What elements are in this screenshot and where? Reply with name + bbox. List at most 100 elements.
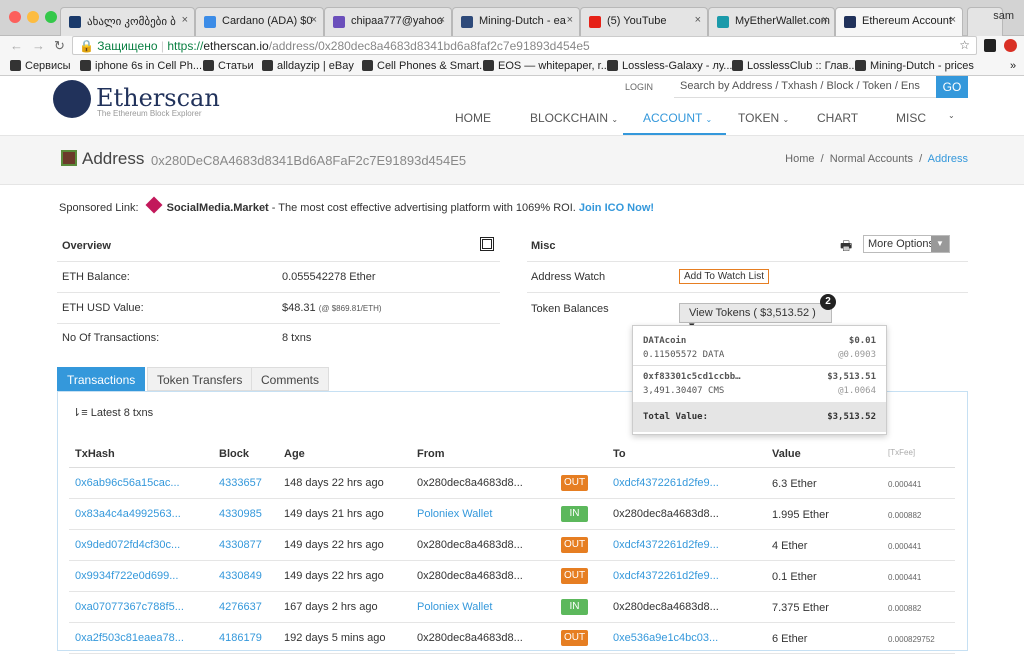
tx-fee: 0.000882 [888,511,922,520]
extension-icon-red[interactable] [1004,39,1017,52]
forward-icon[interactable]: → [32,38,45,53]
bookmark-item[interactable]: Cell Phones & Smart... [362,60,488,72]
nav-home[interactable]: HOME [455,111,491,125]
maximize-window-button[interactable] [45,11,57,23]
direction-badge: OUT [561,537,588,553]
print-icon[interactable]: 🖶 [840,237,852,259]
breadcrumb-home[interactable]: Home [785,153,814,165]
bookmark-item[interactable]: Mining-Dutch - prices [855,60,974,72]
block-link[interactable]: 4330985 [219,508,262,520]
block-link[interactable]: 4330877 [219,539,262,551]
tab-favicon-icon [589,16,601,28]
close-tab-icon[interactable]: × [822,14,828,26]
back-icon[interactable]: ← [10,38,23,53]
tx-hash-link[interactable]: 0x83a4c4a4992563... [75,508,181,520]
close-tab-icon[interactable]: × [695,14,701,26]
to-address[interactable]: 0xe536a9e1c4bc03... [613,632,718,644]
socialmedia-logo-icon [145,196,163,214]
breadcrumb-normal-accounts[interactable]: Normal Accounts [830,153,913,165]
etherscan-logo-icon[interactable] [53,80,91,118]
tx-value: 0.1 Ether [772,571,817,583]
browser-tab[interactable]: ახალი კომბები ბ × [60,7,195,36]
tab-transactions[interactable]: Transactions [57,367,146,391]
close-tab-icon[interactable]: × [567,14,573,26]
token-item-cms[interactable]: 0xf83301c5cd1ccbb… $3,513.51 3,491.30407 … [633,366,886,402]
bookmark-star-icon[interactable]: ☆ [959,38,970,52]
to-address[interactable]: 0xdcf4372261d2fe9... [613,539,719,551]
login-link[interactable]: LOGIN [625,82,653,92]
nav-chart[interactable]: CHART [817,111,858,125]
column-header: From [417,448,445,460]
bookmark-item[interactable]: Сервисы [10,60,71,72]
url-input[interactable]: 🔒 Защищено | https://etherscan.io/addres… [72,36,977,55]
profile-name[interactable]: sam [993,10,1014,22]
tx-hash-link[interactable]: 0x9934f722e0d699... [75,570,178,582]
more-bookmarks-icon[interactable]: » [1010,60,1016,72]
token-count-badge: 2 [820,294,836,310]
close-tab-icon[interactable]: × [311,14,317,26]
search-go-button[interactable]: GO [936,76,968,98]
eth-balance-value: 0.055542278 Ether [282,271,376,283]
tab-favicon-icon [69,16,81,28]
view-tokens-dropdown[interactable]: View Tokens ( $3,513.52 ) ▾ [679,303,832,332]
tx-value: 4 Ether [772,540,808,552]
browser-tab[interactable]: chipaa777@yahoo × [324,7,452,36]
qr-code-icon[interactable] [480,237,494,251]
block-link[interactable]: 4333657 [219,477,262,489]
bookmark-item[interactable]: Статьи [203,60,254,72]
close-tab-icon[interactable]: × [950,14,956,26]
block-link[interactable]: 4330849 [219,570,262,582]
tx-fee: 0.000441 [888,542,922,551]
misc-chevron-icon[interactable]: ⌄ [948,111,955,120]
overview-title: Overview [62,240,111,252]
sponsor-name[interactable]: SocialMedia.Market [167,202,269,214]
block-link[interactable]: 4186179 [219,632,262,644]
browser-tab[interactable]: (5) YouTube × [580,7,708,36]
eth-usd-value: $48.31 (@ $869.81/ETH) [282,302,382,314]
extension-icon[interactable] [984,39,996,52]
bookmark-item[interactable]: alldayzip | eBay [262,60,354,72]
tx-hash-link[interactable]: 0x6ab96c56a15cac... [75,477,180,489]
column-header: TxHash [75,448,115,460]
close-tab-icon[interactable]: × [439,14,445,26]
nav-blockchain[interactable]: BLOCKCHAIN ⌄ [530,111,618,125]
tx-hash-link[interactable]: 0xa07077367c788f5... [75,601,184,613]
more-options-button[interactable]: More Options ▼ [863,235,950,253]
block-link[interactable]: 4276637 [219,601,262,613]
active-nav-indicator [623,133,726,135]
browser-tab[interactable]: Ethereum Account × [835,7,963,36]
logo-text[interactable]: Etherscan [96,84,220,112]
to-address[interactable]: 0xdcf4372261d2fe9... [613,477,719,489]
nav-misc[interactable]: MISC [896,111,926,125]
direction-badge: IN [561,506,588,522]
bookmark-item[interactable]: iphone 6s in Cell Ph... [80,60,202,72]
from-address[interactable]: Poloniex Wallet [417,508,492,520]
tab-comments[interactable]: Comments [251,367,330,391]
bookmark-item[interactable]: EOS — whitepaper, r... [483,60,610,72]
add-to-watch-list-button[interactable]: Add To Watch List [679,269,770,284]
tab-token-transfers[interactable]: Token Transfers [147,367,253,391]
bookmarks-bar: Сервисы iphone 6s in Cell Ph... Статьи alld… [0,56,1024,76]
tx-value: 1.995 Ether [772,509,829,521]
misc-title: Misc [531,240,556,252]
search-input[interactable]: Search by Address / Txhash / Block / Tok… [674,76,936,98]
join-ico-link[interactable]: Join ICO Now! [579,202,654,214]
minimize-window-button[interactable] [27,11,39,23]
to-address[interactable]: 0xdcf4372261d2fe9... [613,570,719,582]
nav-account[interactable]: ACCOUNT ⌄ [643,111,712,125]
tx-hash-link[interactable]: 0x9ded072fd4cf30c... [75,539,180,551]
nav-token[interactable]: TOKEN ⌄ [738,111,789,125]
bookmark-favicon-icon [732,60,743,71]
close-tab-icon[interactable]: × [182,14,188,26]
tx-hash-link[interactable]: 0xa2f503c81eaea78... [75,632,184,644]
browser-tab[interactable]: Mining-Dutch - ea × [452,7,580,36]
address-identicon [61,150,77,166]
bookmark-item[interactable]: LosslessClub :: Глав... [732,60,858,72]
bookmark-item[interactable]: Lossless-Galaxy - лу... [607,60,732,72]
browser-tab[interactable]: Cardano (ADA) $0 × [195,7,324,36]
reload-icon[interactable]: ↻ [54,38,65,54]
token-item-datacoin[interactable]: DATAcoin $0.01 0.11505572 DATA @0.0903 [633,326,886,366]
close-window-button[interactable] [9,11,21,23]
from-address[interactable]: Poloniex Wallet [417,601,492,613]
browser-tab[interactable]: MyEtherWallet.com × [708,7,835,36]
